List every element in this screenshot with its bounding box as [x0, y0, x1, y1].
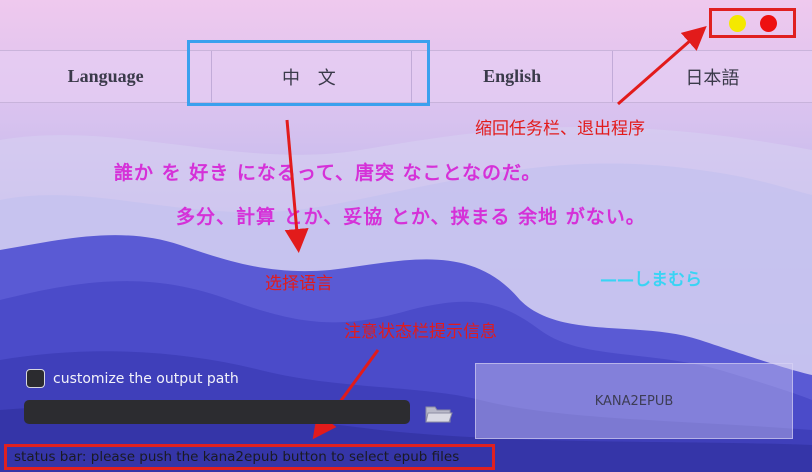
- customize-label: customize the output path: [53, 370, 239, 387]
- output-path-input[interactable]: [24, 400, 410, 424]
- language-note: 选择语言: [265, 274, 333, 294]
- customize-output-row: customize the output path: [26, 369, 239, 388]
- quote-line-2: 多分、計算 とか、妥協 とか、挟まる 余地 がない。: [176, 206, 646, 228]
- status-note: 注意状态栏提示信息: [344, 322, 497, 342]
- minimize-button[interactable]: [728, 14, 746, 32]
- status-bar: status bar: please push the kana2epub bu…: [4, 444, 495, 470]
- language-highlight-box: [187, 40, 430, 106]
- customize-checkbox[interactable]: [26, 369, 45, 388]
- language-label: Language: [0, 51, 213, 102]
- tab-japanese[interactable]: 日本語: [613, 51, 812, 102]
- kana2epub-button[interactable]: KANA2EPUB: [475, 363, 793, 439]
- quote-line-1: 誰か を 好き になるって、唐突 なことなのだ。: [114, 162, 542, 184]
- status-text: status bar: please push the kana2epub bu…: [14, 449, 460, 465]
- close-button[interactable]: [759, 14, 777, 32]
- window-controls-note: 缩回任务栏、退出程序: [475, 119, 645, 139]
- window-controls: [709, 8, 796, 38]
- folder-icon[interactable]: [425, 404, 453, 424]
- quote-signature: ——しまむら: [600, 270, 702, 290]
- tab-english[interactable]: English: [412, 51, 613, 102]
